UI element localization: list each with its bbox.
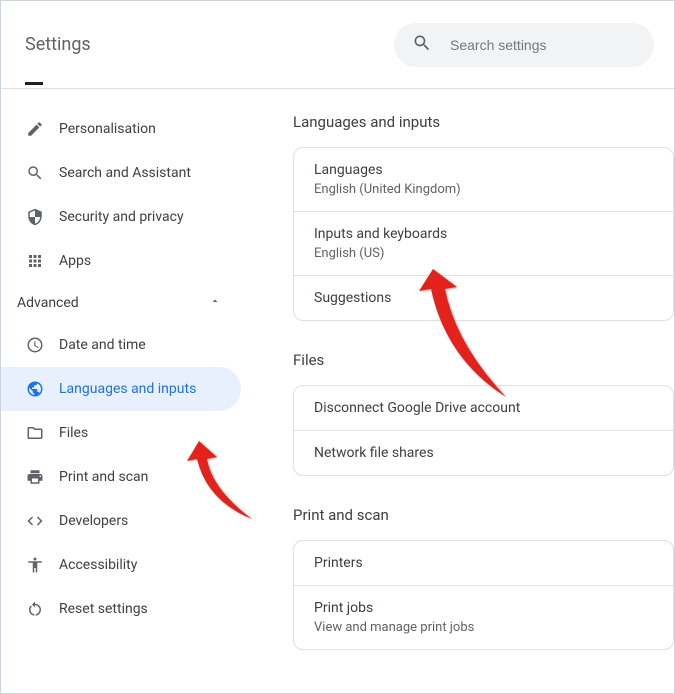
search-input[interactable] [450,37,636,53]
header: Settings [1,1,674,89]
search-icon [412,33,432,57]
sidebar-item-print-scan[interactable]: Print and scan [1,455,241,499]
card-item-primary: Printers [314,555,653,571]
search-box[interactable] [394,23,654,67]
sidebar-item-label: Personalisation [59,121,156,137]
apps-icon [25,251,45,271]
print-card: Printers Print jobs View and manage prin… [293,540,674,650]
accessibility-icon [25,555,45,575]
globe-icon [25,379,45,399]
page-title: Settings [25,34,91,55]
search-icon [25,163,45,183]
files-card: Disconnect Google Drive account Network … [293,385,674,476]
sidebar-item-apps[interactable]: Apps [1,239,241,283]
sidebar-item-label: Files [59,425,88,441]
sidebar-item-label: Apps [59,253,91,269]
languages-card: Languages English (United Kingdom) Input… [293,147,674,321]
card-item-secondary: English (United Kingdom) [314,182,653,197]
sidebar-item-label: Languages and inputs [59,381,196,397]
card-item-secondary: View and manage print jobs [314,620,653,635]
card-item-primary: Languages [314,162,653,178]
shield-icon [25,207,45,227]
sidebar-item-security[interactable]: Security and privacy [1,195,241,239]
card-item-suggestions[interactable]: Suggestions [294,276,673,320]
card-item-primary: Disconnect Google Drive account [314,400,653,416]
sidebar-group-label: Advanced [17,295,79,311]
card-item-inputs-keyboards[interactable]: Inputs and keyboards English (US) [294,212,673,276]
card-item-primary: Inputs and keyboards [314,226,653,242]
sidebar: Personalisation Search and Assistant Sec… [1,89,253,693]
card-item-primary: Suggestions [314,290,653,306]
content: Languages and inputs Languages English (… [253,89,674,693]
pencil-icon [25,119,45,139]
card-item-secondary: English (US) [314,246,653,261]
sidebar-item-reset[interactable]: Reset settings [1,587,241,631]
folder-icon [25,423,45,443]
body: Personalisation Search and Assistant Sec… [1,89,674,693]
sidebar-item-search-assistant[interactable]: Search and Assistant [1,151,241,195]
section-title-languages: Languages and inputs [293,113,674,131]
reset-icon [25,599,45,619]
sidebar-item-personalisation[interactable]: Personalisation [1,107,241,151]
sidebar-item-date-time[interactable]: Date and time [1,323,241,367]
sidebar-item-label: Security and privacy [59,209,184,225]
card-item-primary: Print jobs [314,600,653,616]
section-title-files: Files [293,351,674,369]
sidebar-item-accessibility[interactable]: Accessibility [1,543,241,587]
card-item-print-jobs[interactable]: Print jobs View and manage print jobs [294,586,673,649]
clock-icon [25,335,45,355]
card-item-network-shares[interactable]: Network file shares [294,431,673,475]
sidebar-item-label: Print and scan [59,469,148,485]
sidebar-item-label: Search and Assistant [59,165,191,181]
sidebar-item-label: Reset settings [59,601,148,617]
code-icon [25,511,45,531]
sidebar-item-label: Developers [59,513,128,529]
sidebar-item-languages-inputs[interactable]: Languages and inputs [1,367,241,411]
section-title-print: Print and scan [293,506,674,524]
sidebar-item-files[interactable]: Files [1,411,241,455]
card-item-disconnect-drive[interactable]: Disconnect Google Drive account [294,386,673,431]
card-item-primary: Network file shares [314,445,653,461]
sidebar-item-label: Accessibility [59,557,137,573]
card-item-printers[interactable]: Printers [294,541,673,586]
print-icon [25,467,45,487]
card-item-languages[interactable]: Languages English (United Kingdom) [294,148,673,212]
sidebar-group-advanced[interactable]: Advanced [1,283,245,323]
chevron-up-icon [209,295,221,311]
sidebar-item-developers[interactable]: Developers [1,499,241,543]
sidebar-item-label: Date and time [59,337,146,353]
